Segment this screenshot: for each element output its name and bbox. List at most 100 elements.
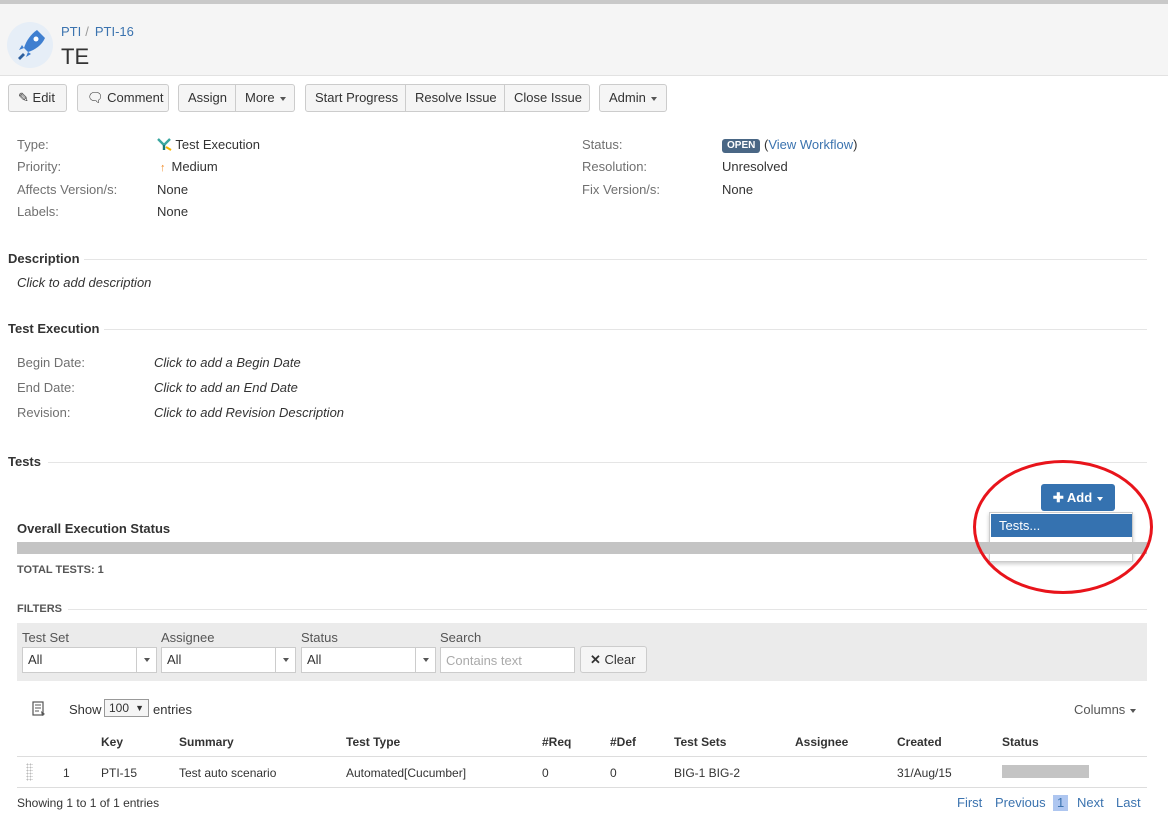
- add-dropdown-menu: Tests... Test Sets...: [989, 512, 1133, 562]
- rocket-icon: [18, 30, 45, 60]
- total-tests-count: TOTAL TESTS: 1: [17, 564, 104, 576]
- start-progress-button[interactable]: Start Progress: [305, 84, 406, 112]
- section-divider: [104, 329, 1147, 330]
- pager-first[interactable]: First: [957, 795, 982, 810]
- filter-search-input[interactable]: [440, 647, 575, 673]
- filter-status-label: Status: [301, 630, 338, 645]
- filters-heading: FILTERS: [17, 603, 63, 615]
- more-button-label: More: [245, 90, 275, 105]
- column-header-assignee[interactable]: Assignee: [795, 735, 848, 749]
- begin-date-label: Begin Date:: [17, 355, 85, 370]
- filter-test-set-value: All: [28, 652, 43, 667]
- add-button-label: Add: [1066, 490, 1093, 505]
- comment-icon: 🗨: [87, 90, 104, 105]
- revision-label: Revision:: [17, 405, 71, 420]
- section-divider: [84, 259, 1147, 260]
- issue-header: PTI / PTI-16 TE: [0, 4, 1168, 76]
- column-header-key[interactable]: Key: [101, 735, 123, 749]
- columns-button-label: Columns: [1074, 702, 1126, 717]
- close-issue-button[interactable]: Close Issue: [505, 84, 590, 112]
- entries-per-page-value: 100: [109, 701, 130, 715]
- resolution-label: Resolution:: [582, 159, 648, 174]
- column-header-def[interactable]: #Def: [610, 735, 636, 749]
- execution-progress-bar: [17, 542, 1147, 554]
- project-avatar[interactable]: [7, 22, 53, 68]
- pager-previous[interactable]: Previous: [995, 795, 1046, 810]
- row-key-link[interactable]: PTI-15: [101, 766, 137, 780]
- filter-status-select[interactable]: All: [301, 647, 436, 673]
- pager-next[interactable]: Next: [1077, 795, 1104, 810]
- show-entries-label: Show: [69, 702, 102, 717]
- filter-test-set-select[interactable]: All: [22, 647, 157, 673]
- pager-last[interactable]: Last: [1116, 795, 1141, 810]
- view-workflow-link[interactable]: View Workflow: [768, 137, 853, 152]
- affects-version-value: None: [157, 182, 189, 197]
- description-heading: Description: [8, 251, 80, 266]
- clear-button-label: Clear: [604, 652, 636, 667]
- chevron-down-icon: [1097, 496, 1104, 501]
- column-header-req[interactable]: #Req: [542, 735, 571, 749]
- description-placeholder[interactable]: Click to add description: [17, 275, 151, 290]
- chevron-down-icon: [415, 648, 435, 672]
- column-header-test-sets[interactable]: Test Sets: [674, 735, 726, 749]
- chevron-down-icon: [1130, 708, 1137, 713]
- add-tests-button[interactable]: ✚ Add: [1041, 484, 1115, 511]
- table-row-divider: [17, 787, 1147, 788]
- drag-handle-icon[interactable]: [26, 763, 33, 781]
- resolve-issue-button[interactable]: Resolve Issue: [406, 84, 505, 112]
- breadcrumb-issue-link[interactable]: PTI-16: [95, 24, 134, 39]
- fix-version-value: None: [722, 182, 754, 197]
- assign-button[interactable]: Assign: [178, 84, 236, 112]
- close-icon: ✕: [590, 652, 601, 667]
- row-test-type: Automated[Cucumber]: [346, 766, 467, 780]
- filter-test-set-label: Test Set: [22, 630, 69, 645]
- table-header-divider: [17, 756, 1147, 757]
- end-date-value[interactable]: Click to add an End Date: [154, 380, 298, 395]
- edit-button-label: Edit: [32, 90, 55, 105]
- entries-per-page-select[interactable]: 100 ▼: [104, 699, 149, 717]
- edit-button[interactable]: ✎ Edit: [8, 84, 67, 112]
- filter-status-value: All: [307, 652, 322, 667]
- revision-value[interactable]: Click to add Revision Description: [154, 405, 344, 420]
- begin-date-value[interactable]: Click to add a Begin Date: [154, 355, 301, 370]
- filter-assignee-select[interactable]: All: [161, 647, 296, 673]
- tests-heading: Tests: [8, 454, 41, 469]
- column-header-summary[interactable]: Summary: [179, 735, 234, 749]
- breadcrumb-separator: /: [85, 24, 89, 39]
- resolution-value: Unresolved: [722, 159, 788, 174]
- clear-filters-button[interactable]: ✕ Clear: [580, 646, 647, 673]
- showing-entries-info: Showing 1 to 1 of 1 entries: [17, 796, 160, 810]
- priority-value-text: Medium: [171, 159, 218, 174]
- row-def-count: 0: [610, 766, 617, 780]
- menu-item-tests[interactable]: Tests...: [991, 514, 1132, 537]
- row-summary-link[interactable]: Test auto scenario: [179, 766, 276, 780]
- type-label: Type:: [17, 137, 49, 152]
- workflow-paren-close: ): [853, 137, 858, 152]
- columns-button[interactable]: Columns: [1074, 702, 1137, 717]
- end-date-label: End Date:: [17, 380, 75, 395]
- row-req-count: 0: [542, 766, 549, 780]
- type-value: Test Execution: [157, 137, 260, 152]
- column-header-test-type[interactable]: Test Type: [346, 735, 400, 749]
- comment-button[interactable]: 🗨 Comment: [77, 84, 169, 112]
- section-divider: [68, 609, 1147, 610]
- column-header-created[interactable]: Created: [897, 735, 942, 749]
- breadcrumb: PTI / PTI-16: [61, 24, 134, 39]
- status-label: Status:: [582, 137, 623, 152]
- fix-version-label: Fix Version/s:: [582, 182, 661, 197]
- row-test-sets-link[interactable]: BIG-1 BIG-2: [674, 766, 740, 780]
- triangle-down-icon: ▼: [135, 703, 144, 713]
- more-button[interactable]: More: [236, 84, 295, 112]
- document-list-icon: [32, 701, 45, 716]
- priority-label: Priority:: [17, 159, 62, 174]
- pencil-icon: ✎: [18, 90, 29, 105]
- chevron-down-icon: [279, 96, 286, 101]
- table-export-icon[interactable]: [31, 701, 47, 720]
- issue-title: TE: [61, 44, 90, 69]
- column-header-status[interactable]: Status: [1002, 735, 1039, 749]
- breadcrumb-project-link[interactable]: PTI: [61, 24, 81, 39]
- row-created: 31/Aug/15: [897, 766, 952, 780]
- pager-current-page[interactable]: 1: [1053, 795, 1069, 811]
- admin-button[interactable]: Admin: [599, 84, 667, 112]
- filter-assignee-value: All: [167, 652, 182, 667]
